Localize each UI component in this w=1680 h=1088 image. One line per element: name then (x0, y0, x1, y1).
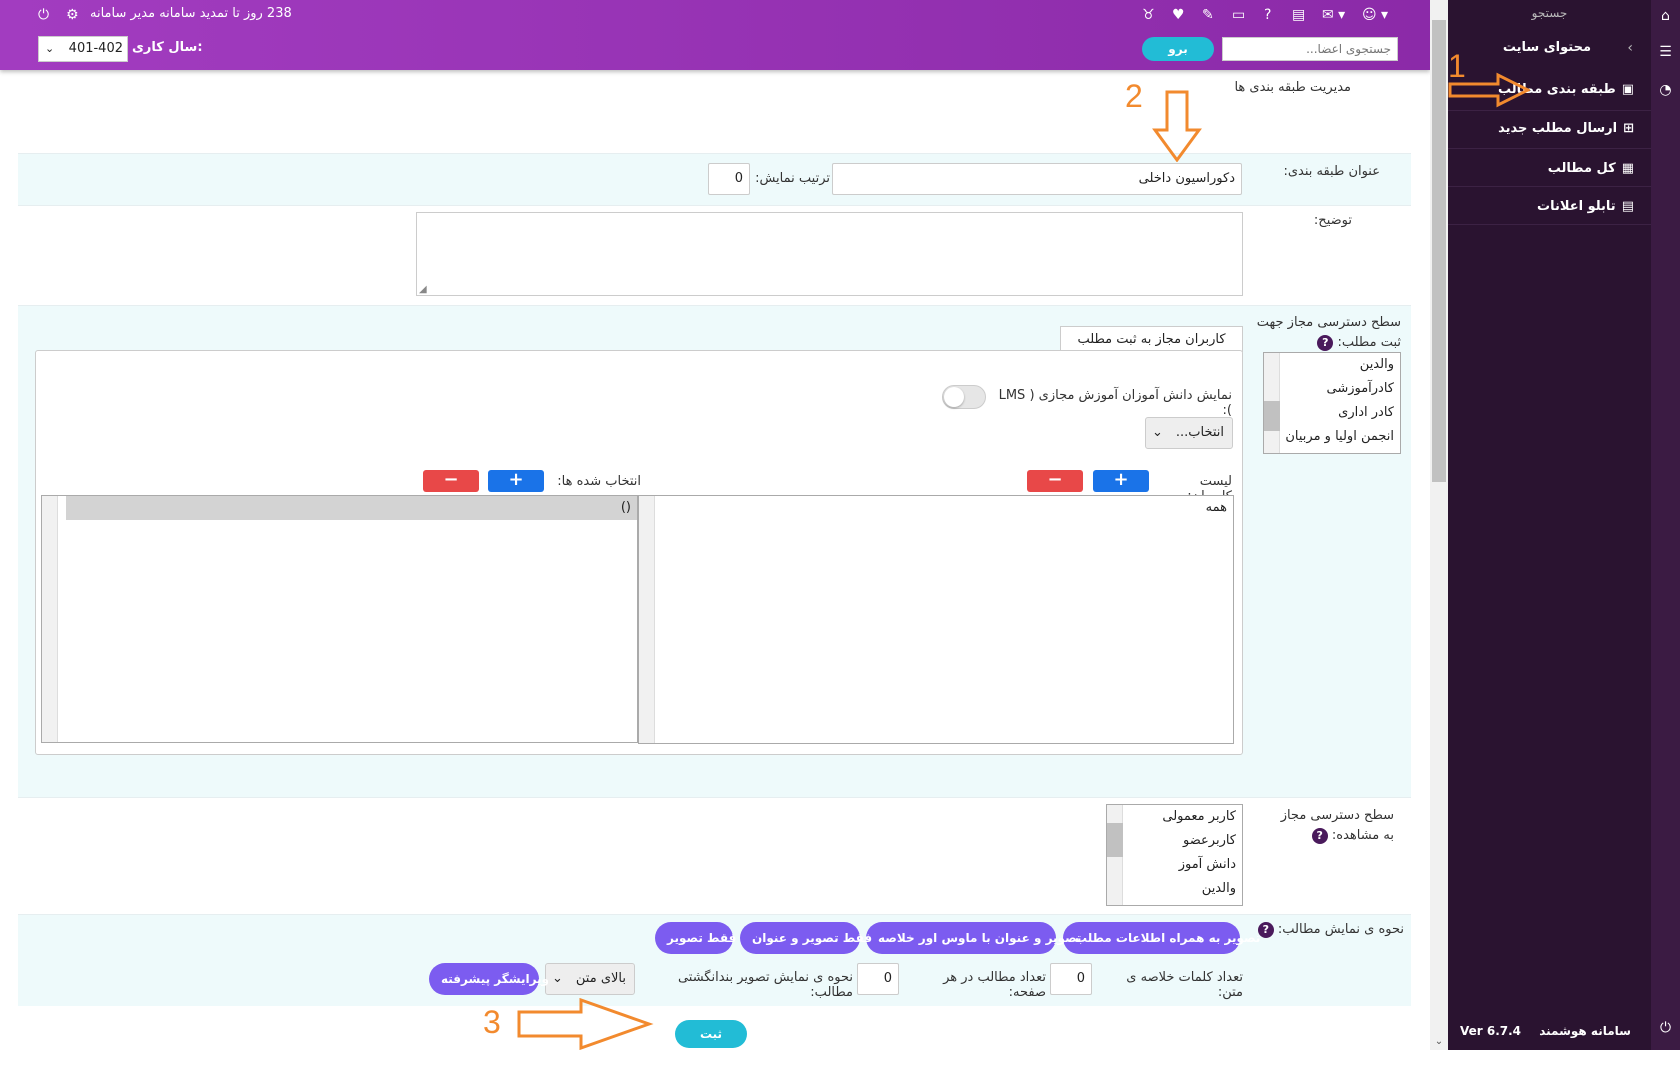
sidebar-item-new-post[interactable]: ⊞ ارسال مطلب جدید (1498, 114, 1634, 144)
display-mode-button[interactable]: فقط تصویر (655, 922, 736, 954)
annotation-number: 2 (1125, 78, 1143, 114)
scroll-thumb[interactable] (1432, 20, 1446, 482)
member-search-input[interactable] (1222, 37, 1398, 61)
year-label: سال کاری: (132, 40, 203, 55)
lms-label: نمایش دانش آموزان آموزش مجازی ( LMS ): (998, 388, 1232, 418)
add-user-button[interactable]: + (1093, 470, 1149, 492)
plus-square-icon: ⊞ (1623, 121, 1634, 136)
sidebar-section-title[interactable]: محتوای سایت (1503, 40, 1591, 55)
help-icon[interactable]: ? (1317, 335, 1334, 351)
inbox-icon: ▣ (1621, 82, 1634, 97)
description-label: توضیح: (1313, 213, 1352, 228)
divider (1448, 148, 1651, 149)
top-bar: ⏻ ⚙ 238 روز تا تمدید سامانه مدیر سامانه … (0, 0, 1430, 70)
list-item[interactable]: والدین (1280, 353, 1400, 377)
list-item[interactable]: کاربرعضو (1123, 829, 1242, 853)
home-icon[interactable]: ⌂ (1651, 8, 1680, 24)
description-textarea[interactable]: ◢ (416, 212, 1243, 296)
view-access-label: سطح دسترسی مجاز به مشاهده: ? (1280, 808, 1394, 844)
selected-label: انتخاب شده ها: (557, 474, 641, 489)
newspaper-icon: ▤ (1621, 199, 1634, 214)
list-item[interactable]: انجمن اولیا و مربیان (1280, 425, 1400, 449)
summary-words-input[interactable]: 0 (1050, 963, 1092, 995)
tab-allowed-users[interactable]: کاربران مجاز به ثبت مطلب (1060, 326, 1243, 352)
resize-handle-icon[interactable]: ◢ (419, 284, 427, 295)
help-icon[interactable]: ? (1311, 828, 1328, 844)
annotation-number: 3 (483, 1004, 501, 1040)
sidebar-item-noticeboard[interactable]: ▤ تابلو اعلانات (1537, 192, 1634, 222)
menu-icon[interactable]: ☰ (1651, 44, 1680, 60)
annotation-arrow-down (1152, 90, 1202, 162)
display-mode-label: نحوه ی نمایش مطالب: ? (1244, 922, 1404, 938)
power-icon[interactable]: ⏻ (38, 6, 49, 24)
chevron-down-icon: ⌄ (45, 42, 55, 55)
per-page-input[interactable]: 0 (857, 963, 899, 995)
divider (1448, 224, 1651, 225)
category-title-label: عنوان طبقه بندی: (1283, 164, 1380, 179)
list-item[interactable]: والدین (1123, 877, 1242, 901)
list-item[interactable]: کادرآموزشی (1280, 377, 1400, 401)
user-add-icon[interactable]: ☺ ▾ (1362, 6, 1388, 24)
chevron-down-icon[interactable]: ⌄ (1432, 1036, 1446, 1047)
remove-user-button[interactable]: − (1027, 470, 1083, 492)
add-selected-button[interactable]: + (488, 470, 544, 492)
divider (1448, 110, 1651, 111)
thumb-mode-label: نحوه ی نمایش تصویر بندانگشتی مطالب: (677, 970, 853, 1000)
annotation-arrow-right (517, 998, 654, 1050)
go-button[interactable]: برو (1142, 37, 1214, 61)
list-item[interactable]: دانش آموز (1123, 853, 1242, 877)
order-input[interactable]: 0 (708, 163, 750, 195)
lms-toggle[interactable] (942, 385, 986, 409)
gears-icon[interactable]: ⚙ (66, 6, 79, 24)
listbox-scrollbar[interactable] (42, 496, 58, 742)
envelope-icon[interactable]: ✉ ▾ (1322, 6, 1345, 24)
list-item[interactable]: () (66, 496, 637, 520)
list-item[interactable]: همه (655, 496, 1233, 520)
inbox-icon[interactable]: ▭ (1232, 6, 1245, 24)
submit-button[interactable]: ثبت (675, 1020, 747, 1048)
edit-icon[interactable]: ✎ (1202, 6, 1214, 24)
help-icon[interactable]: ? (1257, 922, 1274, 938)
listbox-scrollbar[interactable] (1264, 353, 1280, 453)
heart-icon[interactable]: ♥ (1172, 6, 1185, 24)
folder-icon[interactable]: ▤ (1292, 6, 1305, 24)
order-label: ترتیب نمایش: (755, 171, 830, 186)
per-page-label: تعداد مطالب در هر صفحه: (943, 970, 1046, 1000)
listbox-scrollbar[interactable] (639, 496, 655, 743)
display-mode-button[interactable]: تصویر به همراه اطلاعات مطلب (1063, 922, 1260, 954)
sidebar-footer: Ver 6.7.4 سامانه هوشمند پویان (1448, 1012, 1651, 1076)
display-mode-button[interactable]: فقط تصویر و عنوان (740, 922, 872, 954)
post-access-listbox[interactable]: والدین کادرآموزشی کادر اداری انجمن اولیا… (1263, 352, 1401, 454)
selected-list-box[interactable]: () (41, 495, 638, 743)
divider (1448, 186, 1651, 187)
year-select[interactable]: 401-402 ⌄ (38, 36, 128, 62)
sidebar-search-label[interactable]: جستجو (1448, 6, 1651, 20)
listbox-scrollbar[interactable] (1107, 805, 1123, 905)
chevron-down-icon: ⌄ (552, 971, 563, 986)
display-mode-button[interactable]: تصویر و عنوان با ماوس اور خلاصه (866, 922, 1081, 954)
post-access-label: سطح دسترسی مجاز جهت ثبت مطلب: ? (1256, 315, 1401, 351)
annotation-arrow-left (1448, 72, 1530, 108)
group-select[interactable]: انتخاب... ⌄ (1145, 417, 1233, 449)
summary-words-label: تعداد کلمات خلاصه ی متن: (1126, 970, 1243, 1000)
chevron-down-icon: ⌄ (1152, 425, 1163, 440)
advanced-editor-button[interactable]: ویرایشگر پیشرفته (429, 963, 549, 995)
renewal-text: 238 روز تا تمدید سامانه مدیر سامانه (90, 6, 292, 21)
help-icon[interactable]: ? (1264, 6, 1271, 24)
sidebar-item-all-posts[interactable]: ▦ کل مطالب (1548, 154, 1634, 184)
list-item[interactable]: کادر اداری (1280, 401, 1400, 425)
list-item[interactable]: کاربر معمولی (1123, 805, 1242, 829)
user-list-box[interactable]: همه (638, 495, 1234, 744)
thumb-mode-select[interactable]: بالای متن ⌄ (545, 963, 635, 995)
award-icon[interactable]: ♉ (1142, 6, 1155, 24)
dashboard-icon[interactable]: ◔ (1651, 82, 1680, 98)
icon-rail: ⌂ ☰ ◔ ⏻ (1651, 0, 1680, 1050)
power-icon[interactable]: ⏻ (1651, 1020, 1680, 1036)
grid-icon: ▦ (1621, 161, 1634, 176)
category-title-input[interactable]: دکوراسیون داخلی (832, 163, 1242, 195)
chevron-left-icon: ‹ (1627, 40, 1633, 56)
remove-selected-button[interactable]: − (423, 470, 479, 492)
view-access-listbox[interactable]: کاربر معمولی کاربرعضو دانش آموز والدین (1106, 804, 1243, 906)
